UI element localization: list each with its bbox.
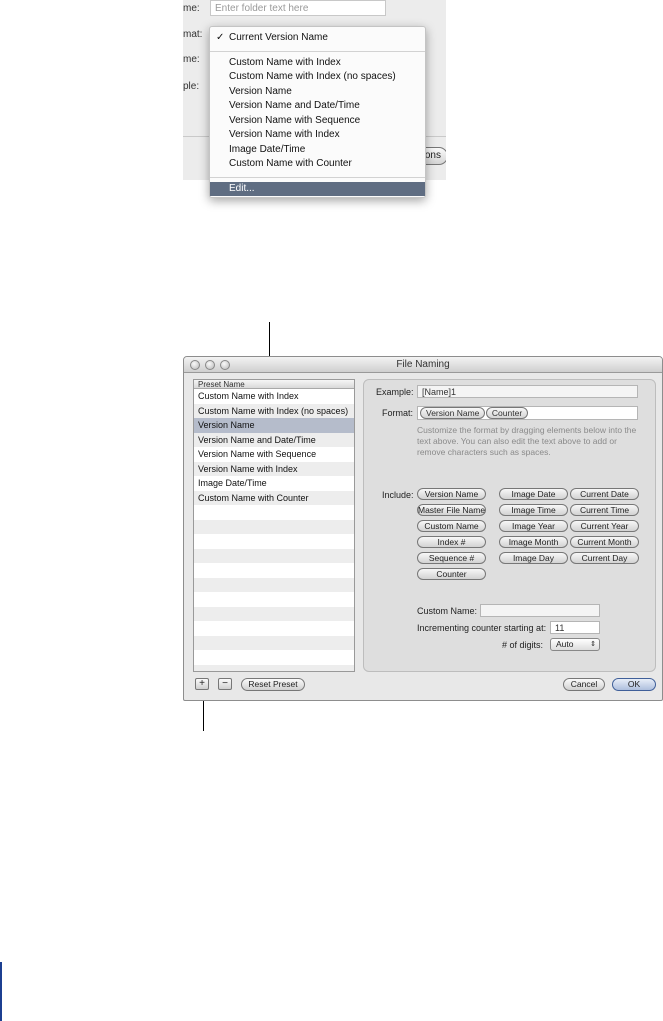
empty-row: [194, 621, 354, 636]
field-label-custom-name: me:: [183, 54, 200, 65]
empty-row: [194, 534, 354, 549]
include-token[interactable]: Image Day: [499, 552, 568, 564]
remove-preset-button[interactable]: −: [218, 678, 232, 690]
checkmark-icon: ✓: [216, 32, 225, 43]
counter-label: Incrementing counter starting at:: [417, 623, 547, 633]
include-token[interactable]: Current Date: [570, 488, 639, 500]
include-token[interactable]: Sequence #: [417, 552, 486, 564]
list-item[interactable]: Custom Name with Counter: [194, 490, 354, 505]
empty-row: [194, 563, 354, 578]
field-label-name: me:: [183, 3, 200, 14]
include-token[interactable]: Current Time: [570, 504, 639, 516]
menu-item-current-version-name[interactable]: ✓ Current Version Name: [210, 31, 425, 46]
empty-row: [194, 548, 354, 563]
include-token[interactable]: Index #: [417, 536, 486, 548]
include-token[interactable]: Image Year: [499, 520, 568, 532]
include-label: Include:: [382, 490, 414, 500]
menu-separator: [210, 50, 425, 52]
menu-item[interactable]: Version Name and Date/Time: [210, 99, 425, 114]
include-token[interactable]: Current Year: [570, 520, 639, 532]
updown-arrows-icon: ⇕: [590, 641, 596, 648]
include-token[interactable]: Current Day: [570, 552, 639, 564]
empty-row: [194, 635, 354, 650]
title-bar: File Naming: [184, 357, 662, 373]
format-label: Format:: [382, 408, 414, 418]
menu-item-edit[interactable]: Edit...: [210, 181, 425, 196]
format-field[interactable]: Version Name Counter: [417, 406, 638, 420]
example-label: Example:: [376, 387, 414, 397]
field-label-example: ple:: [183, 81, 200, 92]
list-item-selected[interactable]: Version Name: [194, 418, 354, 433]
include-token[interactable]: Current Month: [570, 536, 639, 548]
digits-select[interactable]: Auto ⇕: [550, 638, 600, 651]
list-item[interactable]: Image Date/Time: [194, 476, 354, 491]
example-field: [Name]1: [417, 385, 638, 398]
menu-item[interactable]: Custom Name with Index (no spaces): [210, 70, 425, 85]
menu-item[interactable]: Version Name: [210, 85, 425, 100]
folder-text-field[interactable]: Enter folder text here: [210, 0, 386, 16]
cancel-button[interactable]: Cancel: [563, 678, 605, 691]
ok-button[interactable]: OK: [612, 678, 656, 691]
include-token[interactable]: Image Month: [499, 536, 568, 548]
include-token[interactable]: Counter: [417, 568, 486, 580]
format-token[interactable]: Counter: [485, 407, 529, 419]
menu-item[interactable]: Custom Name with Counter: [210, 157, 425, 172]
menu-item[interactable]: Custom Name with Index: [210, 56, 425, 71]
menu-item[interactable]: Version Name with Sequence: [210, 114, 425, 129]
format-panel: Example: [Name]1 Format: Version Name Co…: [363, 379, 656, 672]
help-text: Customize the format by dragging element…: [417, 425, 637, 457]
include-token[interactable]: Master File Name: [417, 504, 486, 516]
field-label-format: mat:: [183, 29, 203, 40]
empty-row: [194, 650, 354, 665]
reset-preset-button[interactable]: Reset Preset: [241, 678, 305, 691]
format-token[interactable]: Version Name: [420, 407, 486, 419]
list-item[interactable]: Version Name with Sequence: [194, 447, 354, 462]
empty-row: [194, 664, 354, 671]
include-token[interactable]: Custom Name: [417, 520, 486, 532]
custom-name-field[interactable]: [480, 604, 600, 617]
page-margin-bar: [0, 962, 2, 1021]
empty-row: [194, 606, 354, 621]
naming-format-menu: ✓ Current Version Name Custom Name with …: [209, 26, 426, 198]
list-item[interactable]: Custom Name with Index: [194, 389, 354, 404]
empty-row: [194, 577, 354, 592]
menu-item[interactable]: Version Name with Index: [210, 128, 425, 143]
window-title: File Naming: [396, 359, 450, 370]
digits-value: Auto: [556, 639, 574, 649]
menu-separator: [210, 176, 425, 178]
list-item[interactable]: Version Name and Date/Time: [194, 432, 354, 447]
list-item[interactable]: Custom Name with Index (no spaces): [194, 403, 354, 418]
file-naming-window: File Naming Preset Name Custom Name with…: [183, 356, 663, 701]
counter-start-field[interactable]: 11: [550, 621, 600, 634]
empty-row: [194, 592, 354, 607]
empty-row: [194, 505, 354, 520]
include-token[interactable]: Image Time: [499, 504, 568, 516]
list-item[interactable]: Version Name with Index: [194, 461, 354, 476]
preset-list[interactable]: Preset Name Custom Name with Index Custo…: [193, 379, 355, 672]
empty-row: [194, 519, 354, 534]
custom-name-label: Custom Name:: [417, 606, 478, 616]
include-token[interactable]: Version Name: [417, 488, 486, 500]
menu-item[interactable]: Image Date/Time: [210, 143, 425, 158]
include-token[interactable]: Image Date: [499, 488, 568, 500]
digits-label: # of digits:: [502, 640, 544, 650]
menu-item-label: Current Version Name: [229, 32, 328, 43]
add-preset-button[interactable]: +: [195, 678, 209, 690]
preset-list-header[interactable]: Preset Name: [194, 380, 354, 389]
